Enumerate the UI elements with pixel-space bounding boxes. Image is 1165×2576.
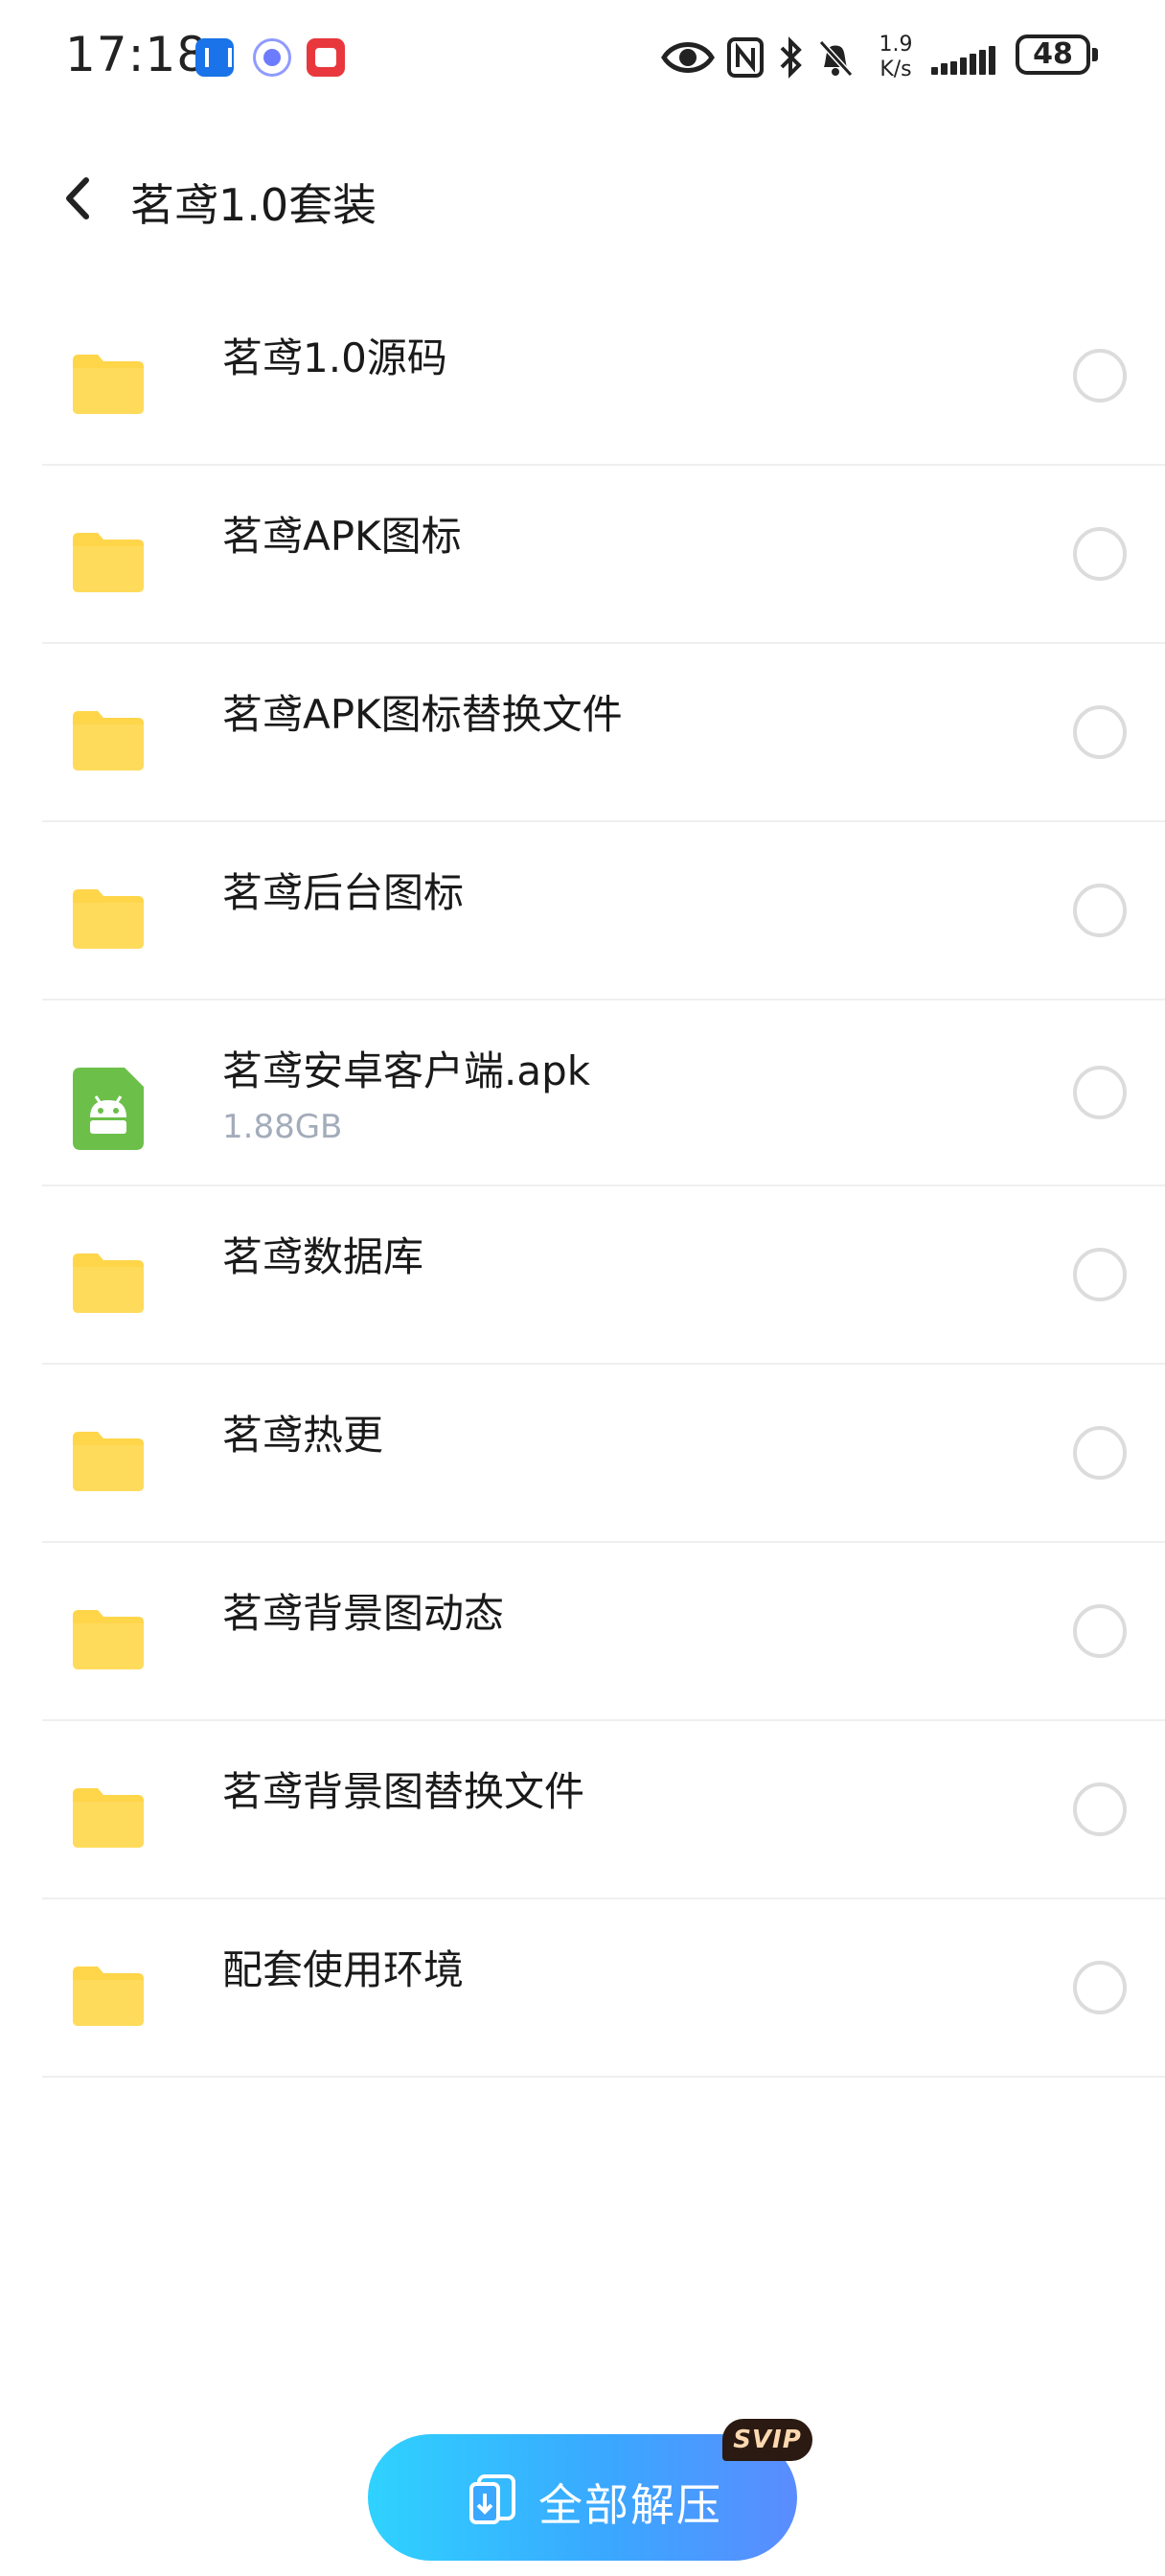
folder-icon	[73, 889, 144, 949]
list-item[interactable]: 茗鸢1.0源码	[42, 288, 1165, 466]
select-radio[interactable]	[1073, 349, 1127, 402]
network-speed: 1.9 K/s	[872, 33, 920, 82]
extract-icon	[469, 2474, 515, 2524]
folder-icon	[73, 1254, 144, 1313]
list-item[interactable]: 配套使用环境	[42, 1899, 1165, 2078]
android-apk-icon	[73, 1068, 144, 1150]
file-name: 茗鸢数据库	[222, 1233, 424, 1280]
file-name: 配套使用环境	[222, 1946, 465, 1993]
file-name: 茗鸢安卓客户端.apk	[222, 1047, 591, 1094]
list-item[interactable]: 茗鸢APK图标替换文件	[42, 644, 1165, 822]
nfc-icon	[727, 37, 764, 78]
header-bar: 茗鸢1.0套装	[0, 144, 1165, 249]
file-name: 茗鸢APK图标替换文件	[222, 691, 623, 738]
select-radio[interactable]	[1073, 1782, 1127, 1836]
status-bar: 17:18 1.9 K/s 48	[0, 0, 1165, 115]
list-item[interactable]: 茗鸢后台图标	[42, 822, 1165, 1000]
select-radio[interactable]	[1073, 527, 1127, 581]
list-item[interactable]: 茗鸢安卓客户端.apk 1.88GB	[42, 1000, 1165, 1186]
select-radio[interactable]	[1073, 1066, 1127, 1119]
svip-badge: SVIP	[722, 2419, 812, 2461]
folder-icon	[73, 1966, 144, 2026]
list-item[interactable]: 茗鸢热更	[42, 1365, 1165, 1543]
network-speed-value: 1.9	[879, 33, 913, 57]
file-name: 茗鸢APK图标	[222, 513, 462, 560]
folder-icon	[73, 1610, 144, 1669]
folder-icon	[73, 533, 144, 592]
folder-icon	[73, 1788, 144, 1848]
notification-app-icon	[195, 38, 234, 77]
folder-icon	[73, 1432, 144, 1491]
music-app-icon	[253, 38, 291, 77]
chevron-left-icon[interactable]	[57, 174, 96, 222]
file-name: 茗鸢1.0源码	[222, 334, 447, 381]
file-name: 茗鸢后台图标	[222, 869, 465, 916]
select-radio[interactable]	[1073, 1248, 1127, 1301]
status-time: 17:18	[65, 27, 209, 82]
list-item[interactable]: 茗鸢APK图标	[42, 466, 1165, 644]
folder-icon	[73, 711, 144, 770]
eye-icon	[661, 42, 715, 73]
signal-icon	[929, 40, 1006, 75]
select-radio[interactable]	[1073, 1604, 1127, 1658]
file-name: 茗鸢背景图替换文件	[222, 1768, 585, 1815]
list-item[interactable]: 茗鸢数据库	[42, 1186, 1165, 1365]
battery-icon: 48	[1016, 34, 1098, 75]
page-title: 茗鸢1.0套装	[130, 179, 377, 231]
file-name: 茗鸢背景图动态	[222, 1590, 505, 1637]
list-item[interactable]: 茗鸢背景图替换文件	[42, 1721, 1165, 1899]
message-app-icon	[307, 38, 345, 77]
file-size: 1.88GB	[222, 1108, 343, 1146]
select-radio[interactable]	[1073, 1961, 1127, 2014]
status-indicators: 1.9 K/s 48	[661, 29, 1102, 86]
folder-icon	[73, 355, 144, 414]
mute-icon	[818, 39, 854, 78]
file-list: 茗鸢1.0源码 茗鸢APK图标 茗鸢APK图标替换文件 茗鸢后台图标 茗鸢安卓客…	[42, 288, 1165, 2078]
select-radio[interactable]	[1073, 1426, 1127, 1480]
bluetooth-icon	[780, 36, 802, 79]
select-radio[interactable]	[1073, 884, 1127, 937]
network-speed-unit: K/s	[879, 58, 912, 81]
file-name: 茗鸢热更	[222, 1412, 384, 1459]
select-radio[interactable]	[1073, 705, 1127, 759]
extract-all-label: 全部解压	[538, 2479, 722, 2531]
list-item[interactable]: 茗鸢背景图动态	[42, 1543, 1165, 1721]
